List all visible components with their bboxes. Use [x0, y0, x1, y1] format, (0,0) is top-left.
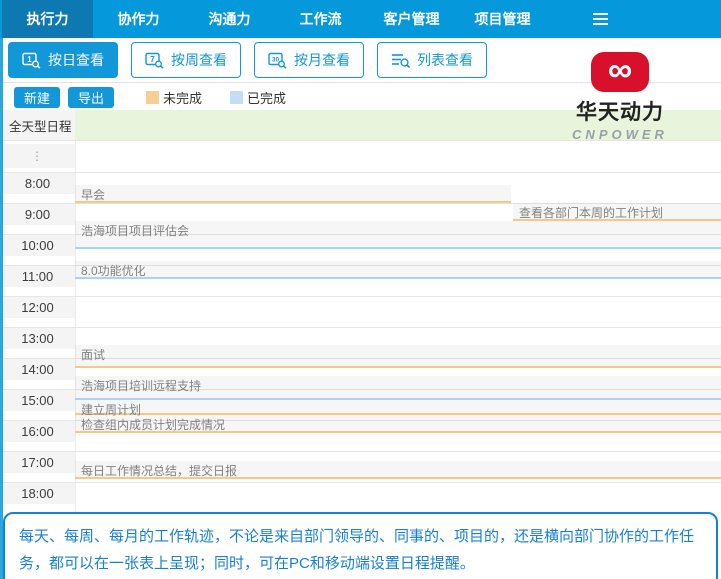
gridline	[0, 296, 721, 297]
month-view-button[interactable]: 30 按月查看	[254, 42, 364, 78]
list-view-search-icon	[392, 53, 411, 68]
time-label: 18:00	[0, 482, 75, 504]
tab-collaboration[interactable]: 协作力	[93, 0, 184, 38]
pending-color-swatch	[146, 90, 160, 104]
time-label: 13:00	[0, 327, 75, 349]
allday-row-label: 全天型日程	[0, 110, 75, 140]
gridline	[0, 451, 721, 452]
time-label: 16:00	[0, 420, 75, 442]
done-color-swatch	[230, 90, 244, 104]
left-accent-strip	[0, 38, 3, 579]
event-80-feature-optimization[interactable]: 8.0功能优化	[75, 261, 721, 279]
time-label: 12:00	[0, 296, 75, 318]
gridline	[0, 482, 721, 483]
week-view-label: 按周查看	[171, 52, 227, 68]
time-label: 8:00	[0, 172, 75, 194]
tab-project-management[interactable]: 项目管理	[457, 0, 548, 38]
tab-communication[interactable]: 沟通力	[184, 0, 275, 38]
time-label: 14:00	[0, 358, 75, 380]
event-review-weekly-plans[interactable]: 查看各部门本周的工作计划	[513, 203, 721, 221]
day-view-button[interactable]: 1 按日查看	[8, 42, 118, 78]
week-view-calendar-search-icon: 7	[145, 52, 164, 69]
brand-logo: ∞ 华天动力 CNPOWER	[562, 52, 678, 142]
day-view-label: 按日查看	[48, 52, 104, 68]
feature-description-box: 每天、每周、每月的工作轨迹，不论是来自部门领导的、同事的、项目的，还是横向部门协…	[3, 512, 718, 579]
hamburger-icon[interactable]	[593, 13, 608, 25]
legend-pending: 未完成	[146, 88, 202, 107]
gridline	[0, 172, 721, 173]
new-button[interactable]: 新建	[14, 86, 61, 108]
event-interview[interactable]: 面试	[75, 345, 721, 368]
event-daily-summary-report[interactable]: 每日工作情况总结，提交日报	[75, 461, 721, 479]
event-haohai-training-remote-support[interactable]: 浩海项目培训远程支持	[75, 376, 721, 400]
week-view-button[interactable]: 7 按周查看	[131, 42, 241, 78]
time-label: 17:00	[0, 451, 75, 473]
tab-workflow[interactable]: 工作流	[275, 0, 366, 38]
svg-text:7: 7	[150, 55, 155, 64]
collapsed-hours-indicator[interactable]: ⋮	[0, 144, 75, 168]
top-navbar: 执行力 协作力 沟通力 工作流 客户管理 项目管理	[0, 0, 721, 38]
more-icon[interactable]: ...	[81, 186, 503, 201]
gridline	[0, 327, 721, 328]
month-view-calendar-search-icon: 30	[268, 52, 287, 69]
list-view-button[interactable]: 列表查看	[377, 42, 487, 78]
event-build-weekly-plan[interactable]: 建立周计划	[75, 400, 721, 417]
day-view-calendar-search-icon: 1	[22, 52, 41, 69]
month-view-label: 按月查看	[294, 52, 350, 68]
legend-done: 已完成	[230, 88, 286, 107]
app-window: 执行力 协作力 沟通力 工作流 客户管理 项目管理 1 按日查看 7 按周查看 …	[0, 0, 721, 579]
tab-execution[interactable]: 执行力	[2, 0, 93, 38]
event-morning-meeting[interactable]: 早会 ...	[75, 185, 511, 203]
time-label: 9:00	[0, 203, 75, 225]
export-button[interactable]: 导出	[68, 86, 115, 108]
event-haohai-project-evaluation[interactable]: 浩海项目项目评估会	[75, 221, 721, 249]
list-view-label: 列表查看	[417, 52, 473, 68]
event-check-team-plan-completion[interactable]: 检查组内成员计划完成情况	[75, 415, 721, 433]
tab-customer-management[interactable]: 客户管理	[366, 0, 457, 38]
svg-text:1: 1	[27, 55, 32, 64]
svg-text:30: 30	[272, 56, 280, 63]
time-label: 15:00	[0, 389, 75, 411]
brand-name: 华天动力	[576, 101, 664, 124]
calendar-grid: 全天型日程 ⋮ 8:00 9:00 10:00 11:00 12:00 13:00 14:0…	[0, 110, 721, 512]
time-label: 11:00	[0, 265, 75, 287]
infinity-logo-icon: ∞	[591, 52, 649, 92]
done-label: 已完成	[247, 90, 287, 106]
feature-description-text: 每天、每周、每月的工作轨迹，不论是来自部门领导的、同事的、项目的，还是横向部门协…	[19, 528, 695, 572]
brand-subtitle: CNPOWER	[572, 127, 668, 142]
time-label: 10:00	[0, 234, 75, 256]
pending-label: 未完成	[163, 90, 203, 106]
